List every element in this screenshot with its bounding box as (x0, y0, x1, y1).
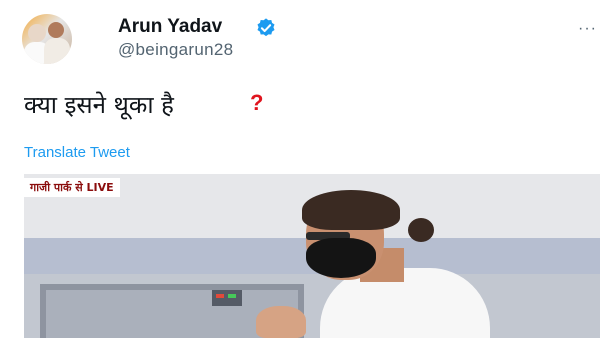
gate-green-light (228, 294, 236, 298)
translate-tweet-link[interactable]: Translate Tweet (24, 144, 130, 161)
gate-red-light (216, 294, 224, 298)
person-hair (302, 190, 400, 230)
user-handle[interactable]: @beingarun28 (118, 40, 233, 60)
avatar[interactable] (22, 14, 72, 64)
avatar-face-right (48, 22, 64, 38)
person-hands (256, 306, 306, 338)
person-face-mask (306, 238, 376, 278)
user-name[interactable]: Arun Yadav (118, 16, 222, 38)
more-options-icon[interactable]: ··· (578, 20, 597, 38)
tweet-text: क्या इसने थूका है (24, 91, 174, 119)
verified-badge-icon (257, 18, 275, 37)
gate-panel (212, 290, 242, 306)
question-mark-emoji: ? (250, 90, 264, 115)
live-overlay-label: गाजी पार्क से LIVE (24, 178, 120, 197)
avatar-body-right (44, 38, 70, 64)
person-hair-bun (408, 218, 434, 242)
tweet-media-image[interactable]: गाजी पार्क से LIVE (24, 174, 600, 338)
avatar-face-left (28, 24, 46, 42)
